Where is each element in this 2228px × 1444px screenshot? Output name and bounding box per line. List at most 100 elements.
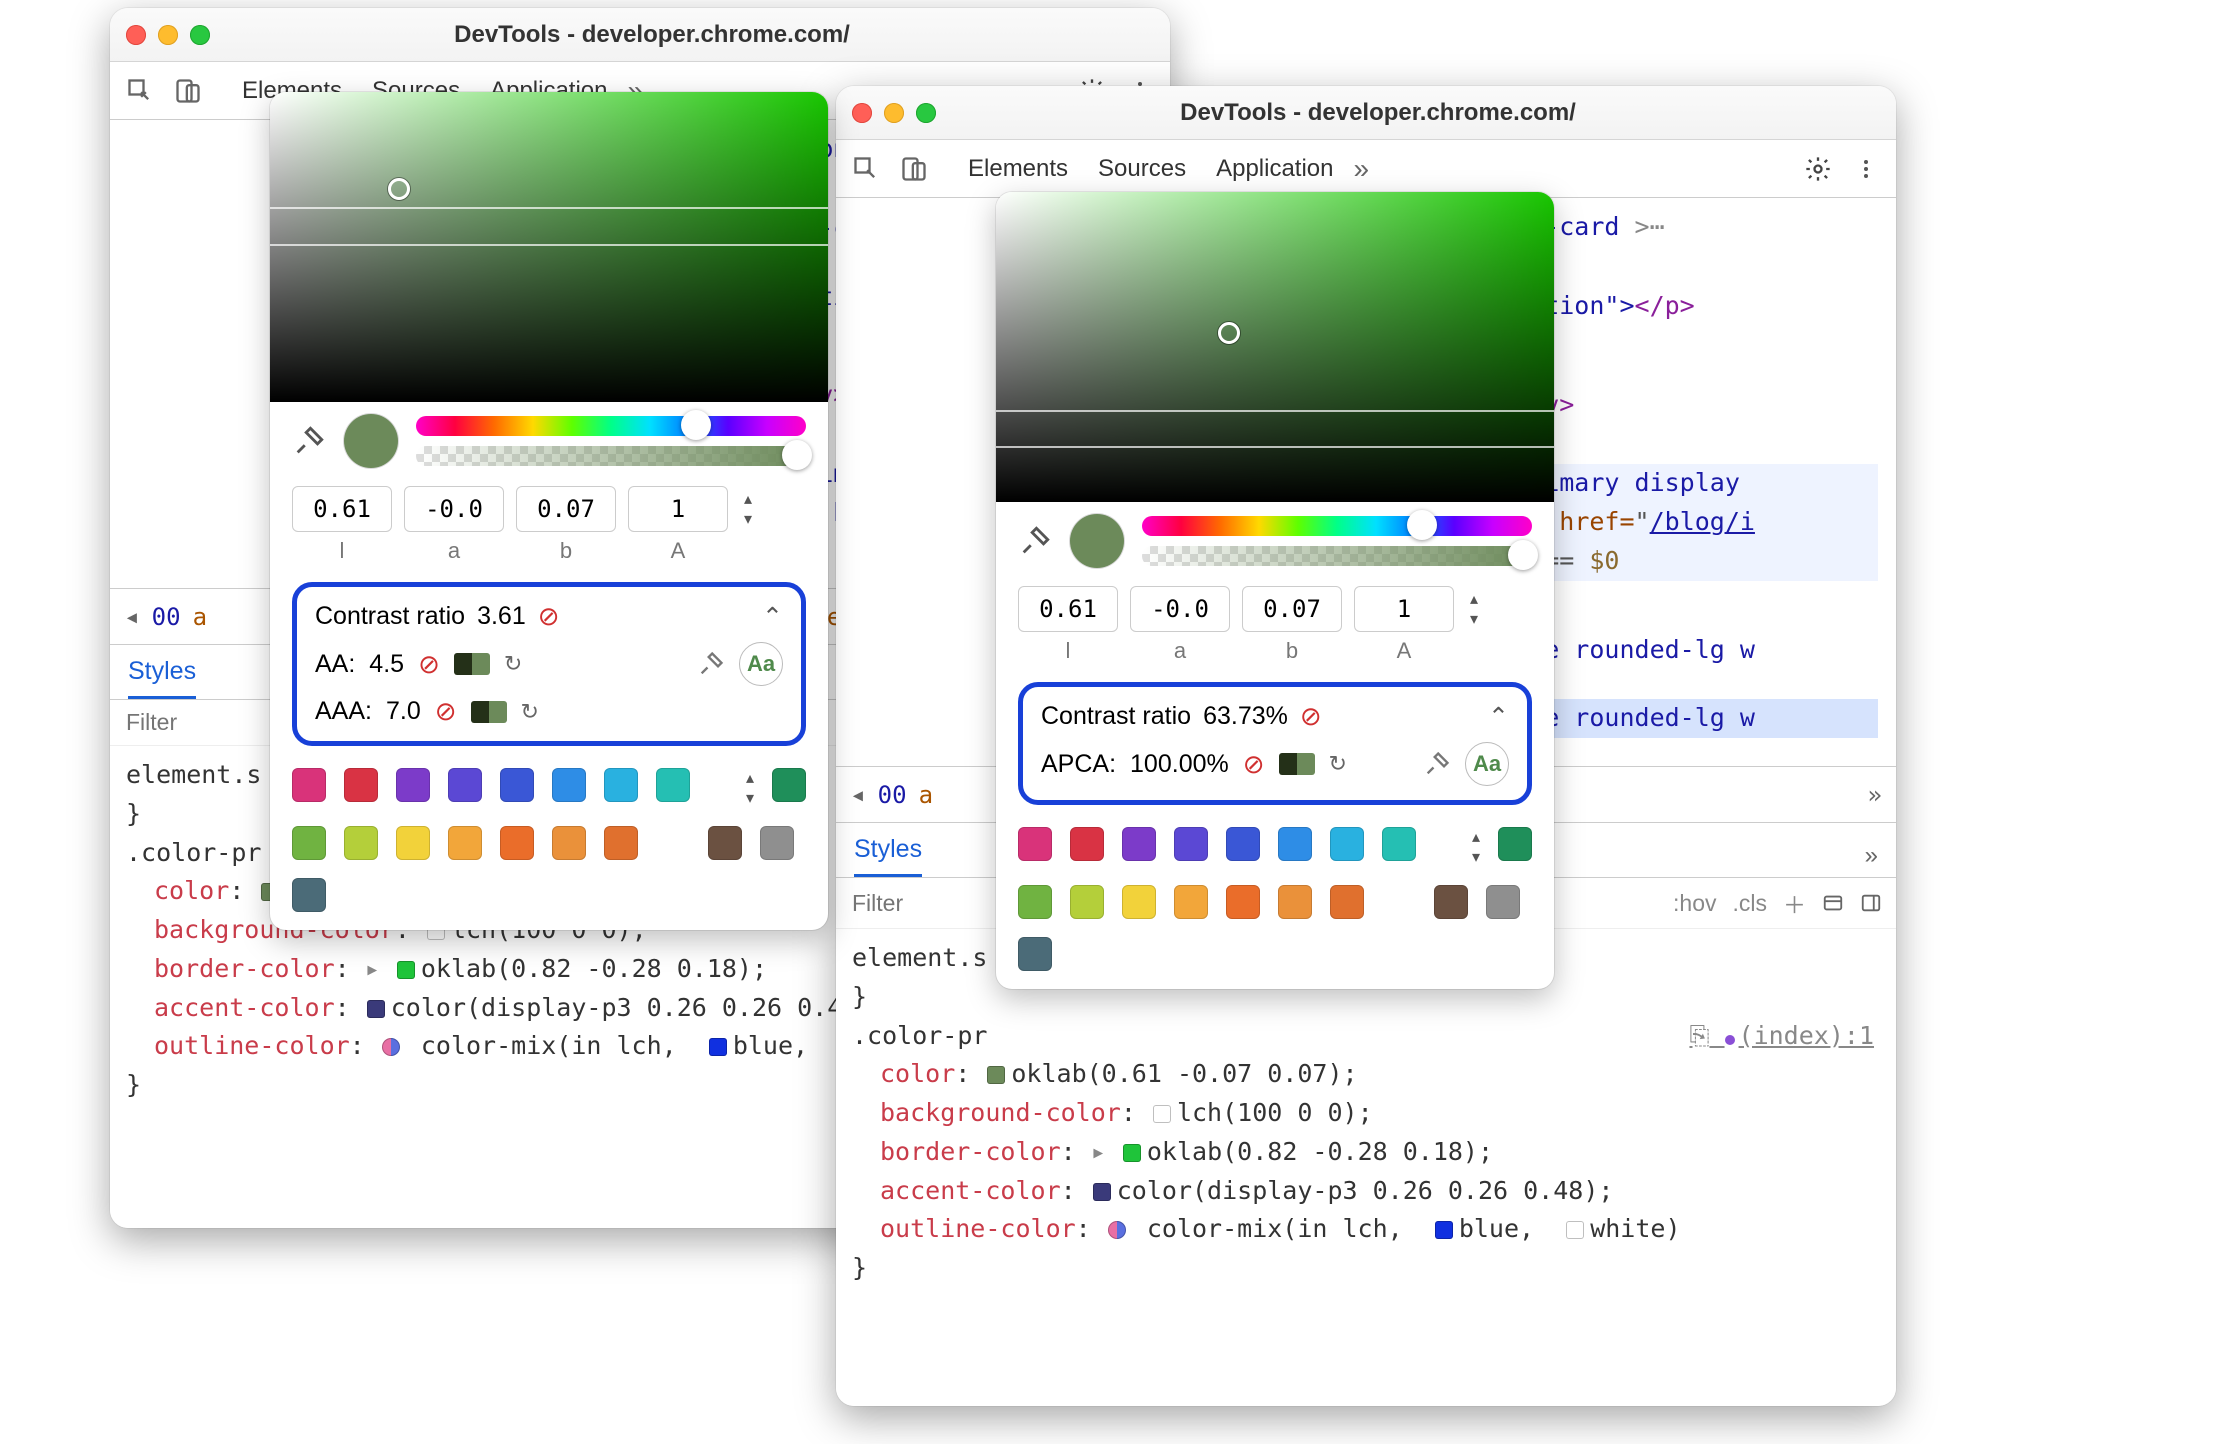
bc-hex[interactable]: 00 (152, 603, 181, 631)
color-mix-icon[interactable] (1108, 1221, 1126, 1239)
prop-name[interactable]: border-color (154, 954, 335, 983)
prop-name[interactable]: accent-color (880, 1176, 1061, 1205)
palette-swatch[interactable] (760, 826, 794, 860)
hue-slider[interactable] (1142, 516, 1532, 536)
palette-swatch[interactable] (1070, 827, 1104, 861)
format-stepper[interactable]: ▴▾ (1470, 589, 1478, 629)
add-rule-icon[interactable]: ＋ (1783, 886, 1806, 920)
palette-swatch[interactable] (1226, 885, 1260, 919)
alpha-slider[interactable] (1142, 546, 1532, 566)
eyedropper-icon[interactable] (292, 424, 326, 458)
swatch-pair-icon[interactable] (471, 701, 507, 723)
palette-swatch[interactable] (1434, 885, 1468, 919)
hue-thumb[interactable] (1407, 510, 1437, 540)
swatch-pair-icon[interactable] (454, 653, 490, 675)
prop-name[interactable]: accent-color (154, 993, 335, 1022)
reload-icon[interactable]: ↻ (504, 651, 522, 677)
chevron-up-icon[interactable]: ⌃ (1488, 702, 1509, 732)
more-icon[interactable]: » (1865, 842, 1878, 870)
chevron-up-icon[interactable]: ⌃ (762, 602, 783, 632)
color-mix-icon[interactable] (382, 1038, 400, 1056)
spectrum-canvas[interactable] (270, 92, 828, 402)
palette-swatch[interactable] (500, 826, 534, 860)
palette-swatch[interactable] (1174, 827, 1208, 861)
input-l[interactable]: 0.61 (1018, 586, 1118, 632)
prop-name[interactable]: outline-color (880, 1214, 1076, 1243)
reload-icon[interactable]: ↻ (1329, 751, 1347, 777)
palette-swatch[interactable] (656, 768, 690, 802)
sidebar-icon[interactable] (1860, 892, 1882, 914)
palette-swatch[interactable] (1330, 827, 1364, 861)
palette-swatch[interactable] (448, 826, 482, 860)
rule-sel[interactable]: .color-pr (126, 838, 261, 867)
palette-swatch[interactable] (1122, 885, 1156, 919)
source-link[interactable]: ⎘ (index):1 (1689, 1017, 1874, 1056)
palette-swatch[interactable] (552, 768, 586, 802)
palette-swatch[interactable] (448, 768, 482, 802)
eyedropper-icon[interactable] (1423, 750, 1451, 778)
input-alpha[interactable]: 1 (1354, 586, 1454, 632)
more-tabs-icon[interactable]: » (1354, 153, 1370, 185)
color-swatch-icon[interactable] (1123, 1144, 1141, 1162)
palette-swatch[interactable] (604, 768, 638, 802)
bc-more-icon[interactable]: » (1868, 781, 1882, 809)
alpha-thumb[interactable] (1508, 540, 1538, 570)
color-swatch-icon[interactable] (367, 1000, 385, 1018)
prop-value[interactable]: oklab(0.82 -0.28 0.18) (1147, 1137, 1478, 1166)
prop-value[interactable]: lch(100 0 0) (1177, 1098, 1358, 1127)
expand-icon[interactable]: ▸ (1091, 1137, 1106, 1166)
palette-swatch[interactable] (1498, 827, 1532, 861)
bc-item[interactable]: a (193, 603, 207, 631)
prop-name[interactable]: color (880, 1059, 955, 1088)
color-swatch-icon[interactable] (1566, 1221, 1584, 1239)
input-a[interactable]: -0.0 (404, 486, 504, 532)
hue-slider[interactable] (416, 416, 806, 436)
palette-swatch[interactable] (1278, 827, 1312, 861)
cls-toggle[interactable]: .cls (1733, 890, 1768, 917)
prop-value[interactable]: oklab(0.82 -0.28 0.18) (421, 954, 752, 983)
rule-sel[interactable]: .color-pr (852, 1021, 987, 1050)
tab-application[interactable]: Application (1216, 155, 1333, 183)
palette-swatch[interactable] (772, 768, 806, 802)
inspect-icon[interactable] (126, 77, 154, 105)
mix-blue[interactable]: blue (733, 1031, 793, 1060)
copy-icon[interactable]: ⎘ (1689, 1021, 1709, 1050)
palette-swatch[interactable] (1174, 885, 1208, 919)
device-icon[interactable] (174, 77, 202, 105)
maximize-icon[interactable] (916, 103, 936, 123)
palette-swatch[interactable] (1278, 885, 1312, 919)
eyedropper-icon[interactable] (697, 650, 725, 678)
rule-sel[interactable]: element.s (126, 760, 261, 789)
filter-input[interactable] (124, 708, 244, 737)
eyedropper-icon[interactable] (1018, 524, 1052, 558)
prop-name[interactable]: color (154, 876, 229, 905)
color-swatch-icon[interactable] (397, 961, 415, 979)
filter-input[interactable] (850, 889, 970, 918)
maximize-icon[interactable] (190, 25, 210, 45)
palette-swatch[interactable] (1382, 827, 1416, 861)
tab-sources[interactable]: Sources (1098, 155, 1186, 183)
minimize-icon[interactable] (884, 103, 904, 123)
prop-value[interactable]: color-mix(in lch, (1147, 1214, 1403, 1243)
swatch-pair-icon[interactable] (1279, 753, 1315, 775)
alpha-thumb[interactable] (782, 440, 812, 470)
prop-value[interactable]: color-mix(in lch, (421, 1031, 677, 1060)
palette-swatch[interactable] (1122, 827, 1156, 861)
rule-sel[interactable]: element.s (852, 943, 987, 972)
color-swatch-icon[interactable] (987, 1066, 1005, 1084)
input-b[interactable]: 0.07 (516, 486, 616, 532)
palette-swatch[interactable] (1226, 827, 1260, 861)
aa-preview-chip[interactable]: Aa (1465, 742, 1509, 786)
color-swatch-icon[interactable] (1435, 1221, 1453, 1239)
spectrum-handle[interactable] (1218, 322, 1240, 344)
kebab-icon[interactable] (1852, 155, 1880, 183)
format-stepper[interactable]: ▴▾ (744, 489, 752, 529)
reload-icon[interactable]: ↻ (521, 699, 539, 725)
prop-value[interactable]: color(display-p3 0.26 0.26 0.48) (1117, 1176, 1599, 1205)
prop-value[interactable]: color(display-p3 0.26 0.26 0.48) (391, 993, 873, 1022)
prop-value[interactable]: oklab(0.61 -0.07 0.07) (1011, 1059, 1342, 1088)
mix-blue[interactable]: blue (1459, 1214, 1519, 1243)
expand-icon[interactable]: ▸ (365, 954, 380, 983)
palette-swatch[interactable] (344, 826, 378, 860)
palette-swatch[interactable] (500, 768, 534, 802)
